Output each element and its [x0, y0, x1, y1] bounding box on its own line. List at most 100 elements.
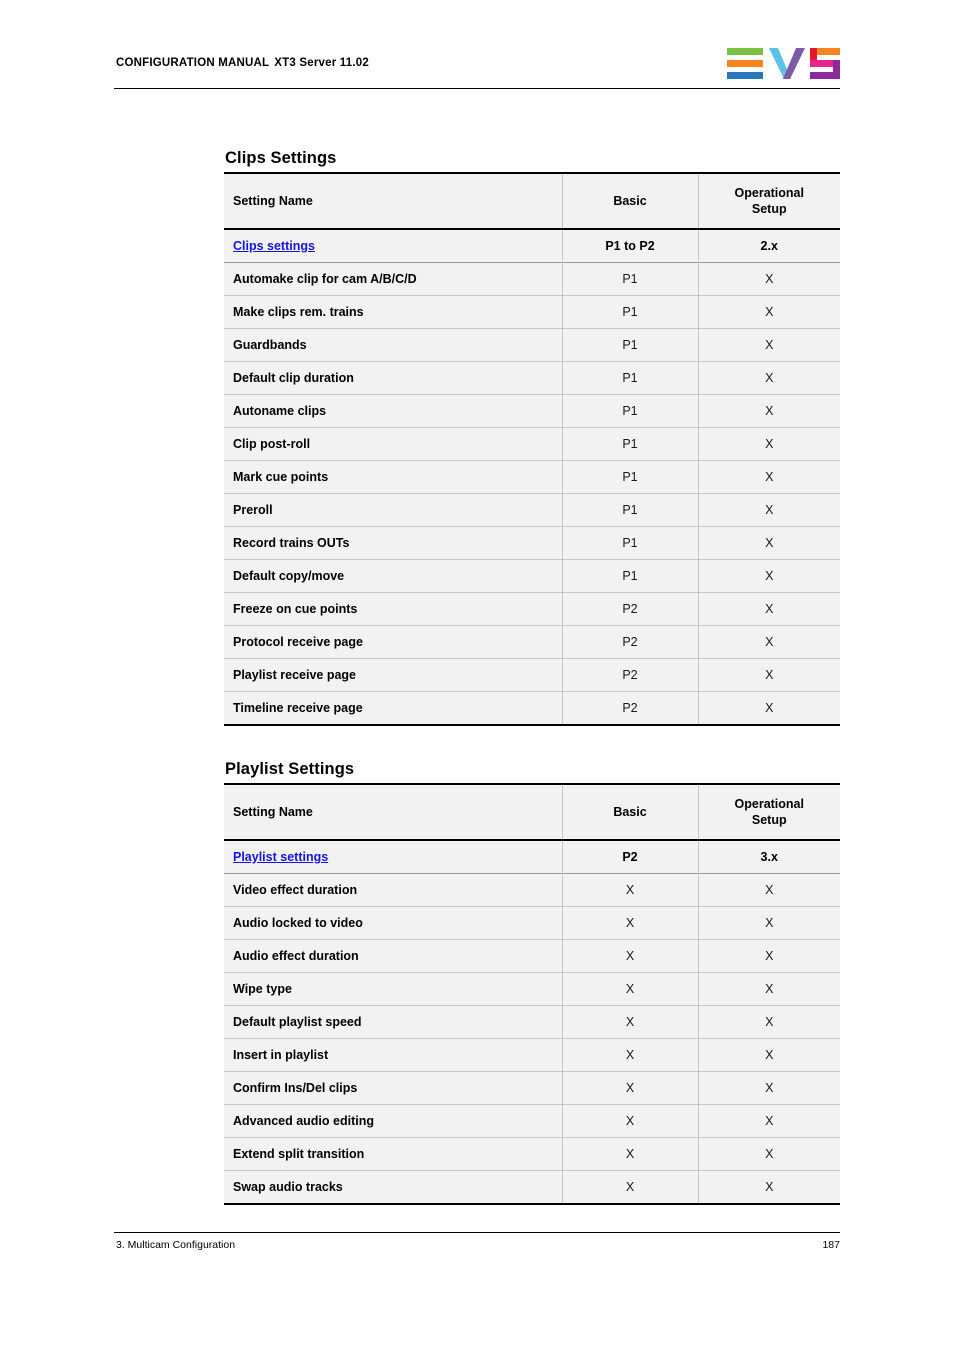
operational-setup-cell: X [698, 328, 840, 362]
basic-cell: P1 [562, 394, 699, 428]
column-header-operational-setup: Operational Setup [698, 784, 840, 840]
setting-name-cell: Freeze on cue points [224, 592, 563, 626]
table-header-row: Setting Name Basic Operational Setup [224, 173, 840, 229]
setting-name-cell: Clip post-roll [224, 427, 563, 461]
setting-name-cell: Extend split transition [224, 1137, 563, 1171]
basic-cell: P1 [562, 493, 699, 527]
basic-cell: P1 [562, 361, 699, 395]
basic-cell: P1 [562, 526, 699, 560]
basic-cell: X [562, 1104, 699, 1138]
table-row: Preroll P1 X [224, 493, 840, 527]
setting-name-cell: Automake clip for cam A/B/C/D [224, 262, 563, 296]
section-heading-playlist: Playlist Settings [225, 759, 355, 778]
evs-logo [727, 48, 840, 81]
operational-setup-cell: X [698, 1005, 840, 1039]
setting-name-cell: Playlist receive page [224, 658, 563, 692]
table-row: Confirm Ins/Del clips X X [224, 1071, 840, 1105]
table-row: Audio locked to video X X [224, 906, 840, 940]
operational-setup-cell: X [698, 361, 840, 395]
operational-setup-cell: X [698, 427, 840, 461]
column-header-basic: Basic [562, 173, 699, 229]
basic-cell: P2 [562, 691, 699, 725]
basic-cell: X [562, 1038, 699, 1072]
table-header: Setting Name Basic Operational Setup [224, 784, 840, 840]
operational-setup-cell: X [698, 972, 840, 1006]
setting-name-cell: Video effect duration [224, 873, 563, 907]
setting-name-cell: Record trains OUTs [224, 526, 563, 560]
operational-setup-cell: X [698, 873, 840, 907]
operational-setup-cell: X [698, 1137, 840, 1171]
header-divider [114, 88, 840, 89]
setting-name-cell: Autoname clips [224, 394, 563, 428]
setting-name-cell: Insert in playlist [224, 1038, 563, 1072]
running-header-text: CONFIGURATION MANUAL XT3 Server 11.02 [116, 57, 369, 69]
operational-setup-cell: X [698, 592, 840, 626]
clips-settings-table: Setting Name Basic Operational Setup Cli… [224, 172, 840, 726]
operational-setup-cell: X [698, 1038, 840, 1072]
table-row: Automake clip for cam A/B/C/D P1 X [224, 262, 840, 296]
operational-setup-cell: X [698, 394, 840, 428]
operational-setup-cell: X [698, 1170, 840, 1204]
table-row: Wipe type X X [224, 972, 840, 1006]
table-header-row: Setting Name Basic Operational Setup [224, 784, 840, 840]
table-row: Advanced audio editing X X [224, 1104, 840, 1138]
column-header-operational-setup: Operational Setup [698, 173, 840, 229]
table-header: Setting Name Basic Operational Setup [224, 173, 840, 229]
setting-name-cell: Advanced audio editing [224, 1104, 563, 1138]
table-row: Make clips rem. trains P1 X [224, 295, 840, 329]
ops-header-line2: Setup [751, 202, 787, 216]
basic-cell: X [562, 1137, 699, 1171]
ops-header-line1: Operational [734, 797, 804, 811]
setting-name-cell: Wipe type [224, 972, 563, 1006]
setting-name-cell: Audio effect duration [224, 939, 563, 973]
operational-setup-cell: 3.x [698, 840, 840, 874]
table-row-link: Playlist settings P2 3.x [224, 840, 840, 874]
setting-name-cell: Make clips rem. trains [224, 295, 563, 329]
operational-setup-cell: X [698, 559, 840, 593]
basic-cell: X [562, 1071, 699, 1105]
footer-page-number: 187 [822, 1239, 840, 1251]
table-row: Guardbands P1 X [224, 328, 840, 362]
basic-cell: X [562, 873, 699, 907]
table-row: Swap audio tracks X X [224, 1170, 840, 1204]
operational-setup-cell: X [698, 906, 840, 940]
ops-header-line1: Operational [734, 186, 804, 200]
table-row: Extend split transition X X [224, 1137, 840, 1171]
setting-name-cell: Swap audio tracks [224, 1170, 563, 1204]
table-row: Insert in playlist X X [224, 1038, 840, 1072]
setting-name-cell: Mark cue points [224, 460, 563, 494]
table-row: Clip post-roll P1 X [224, 427, 840, 461]
section-heading-clips: Clips Settings [225, 148, 337, 167]
table-row: Default clip duration P1 X [224, 361, 840, 395]
setting-name-cell: Default clip duration [224, 361, 563, 395]
basic-cell: P2 [562, 840, 699, 874]
table-row: Audio effect duration X X [224, 939, 840, 973]
basic-cell: P2 [562, 658, 699, 692]
basic-cell: X [562, 1170, 699, 1204]
table-row: Video effect duration X X [224, 873, 840, 907]
basic-cell: P2 [562, 592, 699, 626]
operational-setup-cell: X [698, 625, 840, 659]
table-row: Record trains OUTs P1 X [224, 526, 840, 560]
basic-cell: X [562, 1005, 699, 1039]
table-row: Playlist receive page P2 X [224, 658, 840, 692]
table-row-link: Clips settings P1 to P2 2.x [224, 229, 840, 263]
operational-setup-cell: X [698, 691, 840, 725]
operational-setup-cell: X [698, 1071, 840, 1105]
setting-name-cell: Protocol receive page [224, 625, 563, 659]
operational-setup-cell: X [698, 295, 840, 329]
operational-setup-cell: 2.x [698, 229, 840, 263]
table-body: Playlist settings P2 3.x Video effect du… [224, 840, 840, 1204]
basic-cell: X [562, 906, 699, 940]
table-row: Autoname clips P1 X [224, 394, 840, 428]
operational-setup-cell: X [698, 1104, 840, 1138]
playlist-settings-table: Setting Name Basic Operational Setup Pla… [224, 783, 840, 1205]
setting-name-cell: Preroll [224, 493, 563, 527]
setting-name-cell: Default copy/move [224, 559, 563, 593]
basic-cell: P1 [562, 262, 699, 296]
ops-header-line2: Setup [751, 813, 787, 827]
setting-name-cell: Timeline receive page [224, 691, 563, 725]
link-clips-settings[interactable]: Clips settings [233, 239, 315, 253]
link-playlist-settings[interactable]: Playlist settings [233, 850, 328, 864]
operational-setup-cell: X [698, 460, 840, 494]
